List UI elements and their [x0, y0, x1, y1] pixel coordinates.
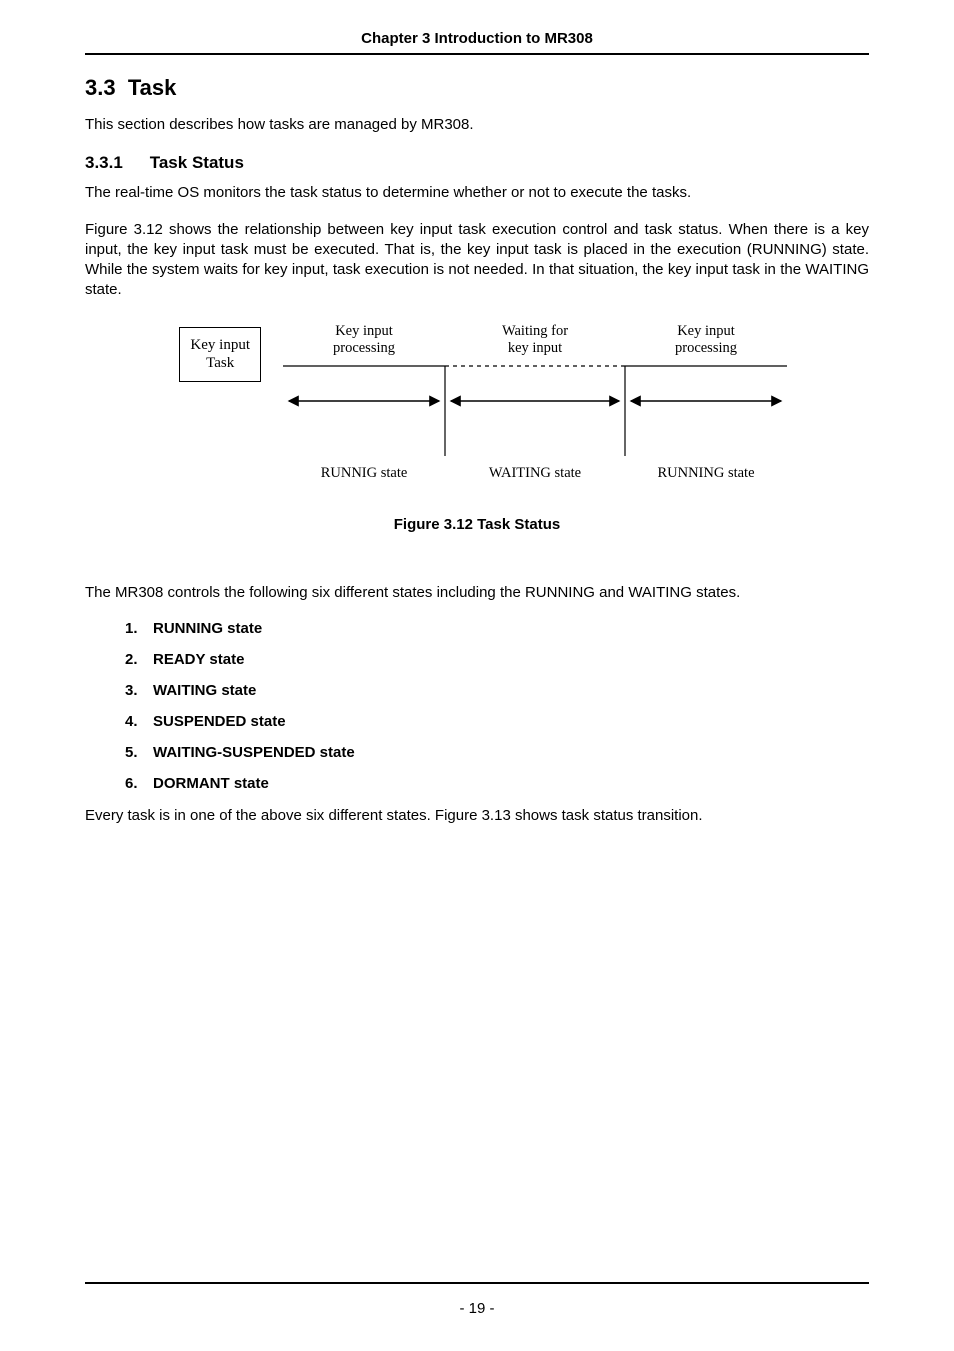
list-item: 6.DORMANT state	[125, 775, 869, 792]
state-list: 1.RUNNING state 2.READY state 3.WAITING …	[125, 620, 869, 792]
section-heading: 3.3 Task	[85, 75, 869, 101]
after-figure-paragraph: The MR308 controls the following six dif…	[85, 583, 869, 603]
subsection-title: Task Status	[150, 153, 244, 172]
figure-state-label-1: RUNNIG state	[283, 465, 445, 482]
figure-state-label-2: WAITING state	[445, 465, 625, 482]
header-rule	[85, 53, 869, 55]
figure-top-label-3: Key input processing	[625, 323, 787, 358]
list-number: 2.	[125, 651, 153, 668]
list-text: WAITING state	[153, 682, 256, 699]
list-item: 3.WAITING state	[125, 682, 869, 699]
list-text: DORMANT state	[153, 775, 269, 792]
subsection-heading: 3.3.1 Task Status	[85, 153, 869, 173]
figure-timeline	[283, 361, 787, 461]
figure-state-label-3: RUNNING state	[625, 465, 787, 482]
figure-task-box: Key input Task	[179, 327, 261, 383]
subsection-number: 3.3.1	[85, 153, 145, 173]
list-item: 1.RUNNING state	[125, 620, 869, 637]
list-text: SUSPENDED state	[153, 713, 286, 730]
list-item: 4.SUSPENDED state	[125, 713, 869, 730]
list-text: RUNNING state	[153, 620, 262, 637]
figure-caption: Figure 3.12 Task Status	[167, 516, 787, 533]
figure-top-label-3-line2: processing	[675, 340, 737, 356]
subsection-p1: The real-time OS monitors the task statu…	[85, 183, 869, 203]
list-number: 3.	[125, 682, 153, 699]
figure-task-box-line1: Key input	[190, 337, 250, 353]
footer-rule	[85, 1282, 869, 1284]
list-text: READY state	[153, 651, 244, 668]
list-number: 6.	[125, 775, 153, 792]
figure-3-12: Key input Task Key input processing Wait…	[167, 323, 787, 534]
figure-top-label-1-line1: Key input	[335, 323, 393, 339]
list-item: 2.READY state	[125, 651, 869, 668]
figure-top-label-3-line1: Key input	[677, 323, 735, 339]
list-number: 4.	[125, 713, 153, 730]
section-title: Task	[128, 75, 177, 100]
subsection-p2: Figure 3.12 shows the relationship betwe…	[85, 220, 869, 301]
figure-top-label-1: Key input processing	[283, 323, 445, 358]
section-intro: This section describes how tasks are man…	[85, 115, 869, 135]
figure-top-label-2-line2: key input	[508, 340, 562, 356]
figure-top-label-2: Waiting for key input	[445, 323, 625, 358]
list-number: 1.	[125, 620, 153, 637]
figure-top-label-2-line1: Waiting for	[502, 323, 568, 339]
list-item: 5.WAITING-SUSPENDED state	[125, 744, 869, 761]
chapter-header: Chapter 3 Introduction to MR308	[85, 30, 869, 53]
section-number: 3.3	[85, 75, 116, 100]
figure-task-box-line2: Task	[206, 355, 234, 371]
figure-timeline-svg	[283, 361, 787, 461]
closing-paragraph: Every task is in one of the above six di…	[85, 806, 869, 826]
figure-top-label-1-line2: processing	[333, 340, 395, 356]
list-text: WAITING-SUSPENDED state	[153, 744, 355, 761]
page-number: - 19 -	[0, 1300, 954, 1317]
list-number: 5.	[125, 744, 153, 761]
